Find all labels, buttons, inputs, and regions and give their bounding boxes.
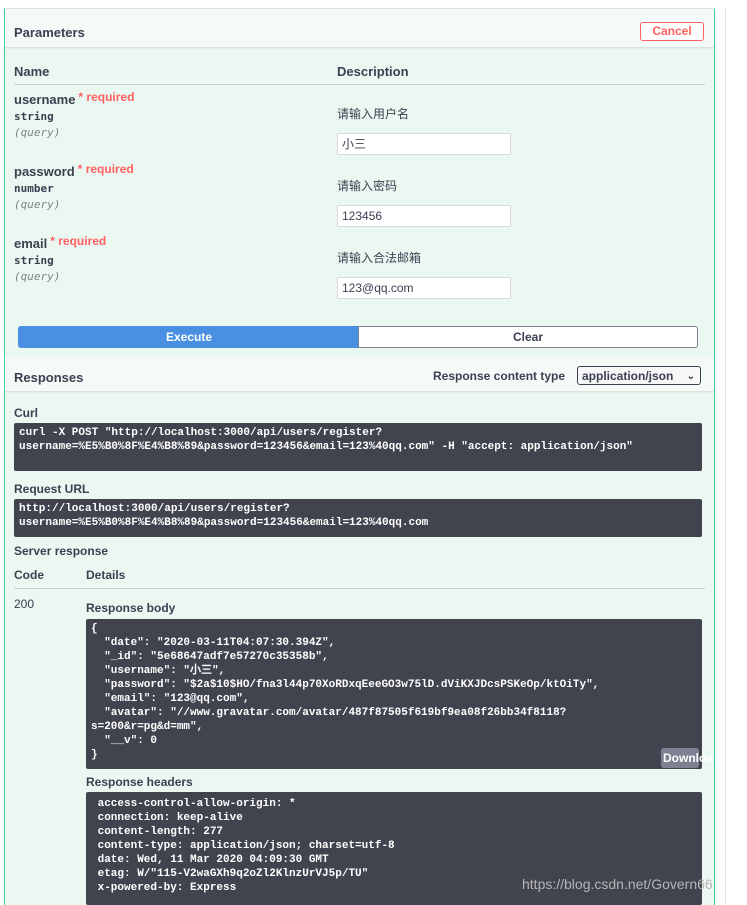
- execute-button[interactable]: Execute: [18, 326, 360, 348]
- param-username-in: (query): [14, 126, 61, 139]
- request-url-code: http://localhost:3000/api/users/register…: [14, 499, 702, 537]
- response-body-label: Response body: [86, 601, 176, 615]
- watermark: https://blog.csdn.net/Govern66: [522, 876, 713, 892]
- param-username-name: username * required: [14, 90, 135, 107]
- param-username-description: 请输入用户名: [337, 107, 410, 121]
- divider: [14, 84, 705, 85]
- cancel-button[interactable]: Cancel: [640, 22, 704, 41]
- required-badge: * required: [78, 90, 135, 104]
- download-label: Download: [663, 751, 715, 765]
- param-email-description: 请输入合法邮箱: [337, 251, 422, 265]
- param-name: email: [14, 236, 48, 251]
- responses-title: Responses: [14, 370, 84, 385]
- username-input[interactable]: 小三: [337, 133, 511, 155]
- server-response-label: Server response: [14, 544, 109, 558]
- chevron-down-icon: ⌄: [686, 371, 695, 382]
- column-code-header: Code: [14, 568, 44, 582]
- request-url-label: Request URL: [14, 482, 90, 496]
- response-content-type-select[interactable]: application/json ⌄: [577, 366, 701, 385]
- column-details-header: Details: [86, 568, 126, 582]
- column-description-header: Description: [337, 64, 409, 79]
- param-name: password: [14, 164, 75, 179]
- column-name-header: Name: [14, 64, 50, 79]
- download-button[interactable]: Download: [661, 748, 714, 768]
- curl-code: curl -X POST "http://localhost:3000/api/…: [14, 423, 702, 471]
- param-password-in: (query): [14, 198, 61, 211]
- response-body-code: { "date": "2020-03-11T04:07:30.394Z", "_…: [86, 619, 702, 769]
- scrollbar-track: [725, 8, 726, 904]
- parameters-title: Parameters: [14, 25, 85, 40]
- divider: [14, 588, 705, 589]
- response-code: 200: [14, 597, 35, 611]
- email-input[interactable]: 123@qq.com: [337, 277, 511, 299]
- curl-label: Curl: [14, 406, 38, 420]
- param-password-type: number: [14, 182, 54, 195]
- required-badge: * required: [50, 234, 107, 248]
- password-input[interactable]: 123456: [337, 205, 511, 227]
- param-email-type: string: [14, 254, 54, 267]
- param-email-in: (query): [14, 270, 61, 283]
- selected-content-type: application/json: [582, 369, 674, 383]
- param-password-description: 请输入密码: [337, 179, 398, 193]
- operation-panel: Parameters Cancel Name Description usern…: [4, 8, 715, 905]
- clear-button[interactable]: Clear: [358, 326, 698, 348]
- param-name: username: [14, 92, 76, 107]
- param-email-name: email * required: [14, 234, 107, 251]
- param-password-name: password * required: [14, 162, 134, 179]
- response-content-type-label: Response content type: [433, 369, 566, 383]
- parameters-header: Parameters Cancel: [5, 9, 714, 47]
- required-badge: * required: [77, 162, 134, 176]
- response-headers-label: Response headers: [86, 775, 193, 789]
- param-username-type: string: [14, 110, 54, 123]
